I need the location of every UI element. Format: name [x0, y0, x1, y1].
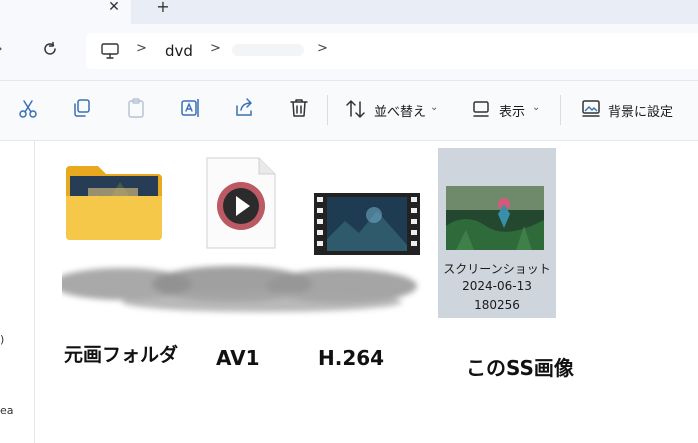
paste-icon[interactable]	[125, 97, 149, 121]
breadcrumb-dvd[interactable]: dvd	[165, 42, 193, 60]
refresh-icon[interactable]	[40, 39, 60, 59]
file-name-line: 2024-06-13	[462, 279, 532, 293]
sort-icon[interactable]	[345, 98, 369, 122]
navigation-pane[interactable]	[0, 141, 35, 443]
share-icon[interactable]	[233, 97, 257, 121]
cut-icon[interactable]	[17, 98, 41, 122]
rename-icon[interactable]	[179, 97, 203, 121]
command-divider	[327, 95, 328, 125]
h264-video-file-icon[interactable]	[314, 193, 420, 255]
file-name-line: 180256	[474, 298, 520, 312]
folder-icon[interactable]	[64, 162, 164, 242]
annotation-folder: 元画フォルダ	[64, 344, 179, 366]
screenshot-thumbnail[interactable]	[446, 186, 544, 250]
annotation-screenshot: このSS画像	[466, 356, 574, 380]
chevron-down-icon[interactable]: ⌄	[430, 102, 438, 113]
this-pc-icon[interactable]	[100, 42, 120, 60]
sort-button[interactable]: 並べ替え	[374, 101, 426, 120]
breadcrumb-redacted[interactable]	[232, 44, 304, 56]
breadcrumb-separator[interactable]: >	[210, 41, 221, 56]
set-background-button[interactable]: 背景に設定	[608, 101, 673, 120]
redacted-file-names	[52, 262, 422, 318]
nav-pane-item[interactable]: ea	[0, 404, 14, 417]
view-icon[interactable]	[470, 98, 494, 122]
file-name-line: スクリーンショット	[443, 262, 551, 276]
new-tab-icon[interactable]: +	[154, 0, 172, 16]
nav-pane-item[interactable]: )	[0, 333, 4, 346]
view-button[interactable]: 表示	[499, 101, 525, 120]
av1-video-file-icon[interactable]	[205, 156, 277, 250]
delete-icon[interactable]	[288, 97, 312, 121]
breadcrumb-separator[interactable]: >	[317, 41, 328, 56]
annotation-av1: AV1	[216, 346, 260, 370]
navigate-up-icon[interactable]: ›	[0, 41, 3, 57]
copy-icon[interactable]	[71, 97, 95, 121]
command-divider	[560, 95, 561, 125]
annotation-h264: H.264	[318, 346, 385, 370]
chevron-down-icon[interactable]: ⌄	[532, 102, 540, 113]
breadcrumb-separator[interactable]: >	[136, 41, 147, 56]
set-background-icon[interactable]	[580, 98, 604, 122]
close-tab-icon[interactable]: ✕	[106, 0, 122, 16]
